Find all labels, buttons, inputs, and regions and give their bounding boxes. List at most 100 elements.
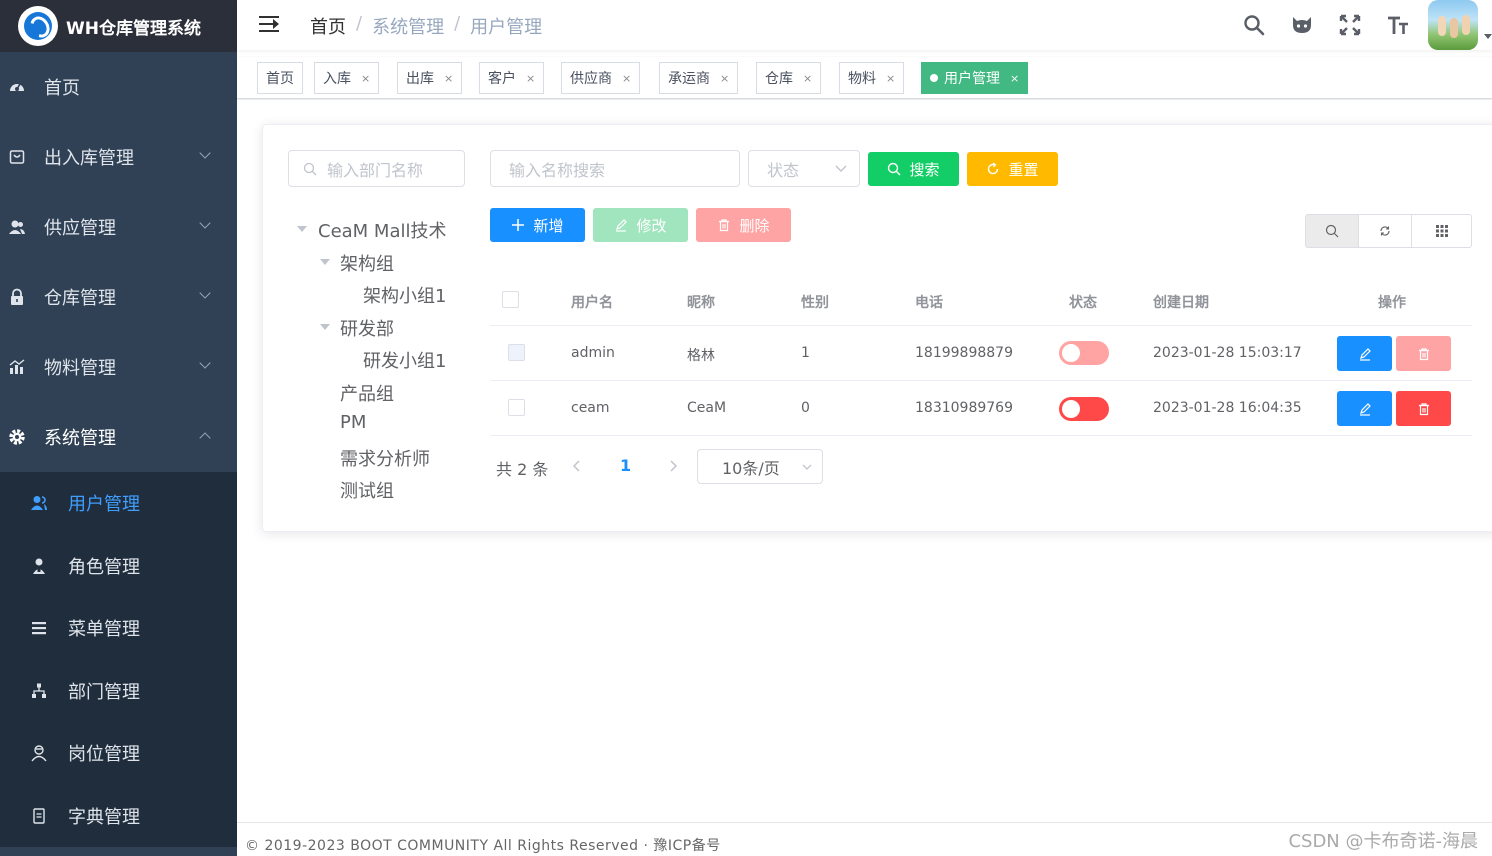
tag-inbound[interactable]: 入库 × xyxy=(314,62,380,94)
tag-carrier[interactable]: 承运商 × xyxy=(659,62,739,94)
status-select[interactable]: 状态 xyxy=(748,150,860,187)
tag-warehouse[interactable]: 仓库 × xyxy=(756,62,822,94)
tag-user-management[interactable]: 用户管理 × xyxy=(921,62,1029,94)
add-button[interactable]: 新增 xyxy=(490,208,585,242)
search-icon[interactable] xyxy=(1230,0,1278,50)
close-icon[interactable]: × xyxy=(886,72,895,85)
sidebar-item-inout[interactable]: 出入库管理 xyxy=(0,122,237,192)
app-title: WH仓库管理系统 xyxy=(66,18,201,39)
tag-outbound[interactable]: 出库 × xyxy=(397,62,463,94)
sidebar-item-menu[interactable]: 菜单管理 xyxy=(0,597,237,660)
peoples-icon xyxy=(30,557,48,575)
cell-gender: 1 xyxy=(801,345,810,361)
edit-button[interactable]: 修改 xyxy=(593,208,688,242)
close-icon[interactable]: × xyxy=(803,72,812,85)
edit-icon xyxy=(1359,402,1371,416)
tag-customer[interactable]: 客户 × xyxy=(479,62,545,94)
avatar[interactable] xyxy=(1428,0,1478,50)
tag-home[interactable]: 首页 xyxy=(257,62,303,94)
toggle-search-button[interactable] xyxy=(1305,214,1359,248)
sidebar-item-dept[interactable]: 部门管理 xyxy=(0,660,237,723)
logo[interactable]: WH仓库管理系统 xyxy=(0,0,237,52)
caret-down-icon[interactable] xyxy=(297,226,307,232)
reset-button[interactable]: 重置 xyxy=(967,152,1058,186)
tree-node[interactable]: 需求分析师 xyxy=(340,445,430,471)
sidebar-item-home[interactable]: 首页 xyxy=(0,52,237,122)
trash-icon xyxy=(719,219,730,232)
post-icon xyxy=(30,744,48,762)
name-search-input[interactable]: 输入名称搜索 xyxy=(490,150,740,187)
cell-nickname: CeaM xyxy=(687,400,727,416)
columns-button[interactable] xyxy=(1411,214,1472,248)
sidebar-item-label: 仓库管理 xyxy=(44,288,116,309)
cell-date: 2023-01-28 16:04:35 xyxy=(1153,400,1302,416)
grid-icon xyxy=(1435,225,1448,237)
select-all-checkbox[interactable] xyxy=(502,291,519,308)
github-icon[interactable] xyxy=(1278,0,1326,50)
page-size-value: 10条/页 xyxy=(722,458,780,478)
chevron-right-icon[interactable] xyxy=(668,460,678,472)
tag-label: 承运商 xyxy=(668,71,710,87)
row-checkbox[interactable] xyxy=(508,344,525,361)
tag-supplier[interactable]: 供应商 × xyxy=(561,62,641,94)
tree-node[interactable]: 架构组 xyxy=(340,250,394,276)
sidebar-item-post[interactable]: 岗位管理 xyxy=(0,722,237,785)
hamburger-icon[interactable] xyxy=(259,14,279,34)
dict-icon xyxy=(30,807,48,825)
sidebar-item-role[interactable]: 角色管理 xyxy=(0,535,237,598)
tag-label: 用户管理 xyxy=(944,71,1000,87)
chevron-left-icon[interactable] xyxy=(572,460,582,472)
column-header: 操作 xyxy=(1378,295,1406,311)
tree-node[interactable]: CeaM Mall技术 xyxy=(318,217,447,243)
breadcrumb-separator: / xyxy=(356,13,363,34)
sidebar-item-supply[interactable]: 供应管理 xyxy=(0,192,237,262)
row-edit-button[interactable] xyxy=(1337,391,1392,426)
tree-node[interactable]: 测试组 xyxy=(340,477,394,503)
row-edit-button[interactable] xyxy=(1337,336,1392,371)
status-switch[interactable] xyxy=(1059,397,1109,421)
tree-node[interactable]: PM xyxy=(340,412,366,433)
trash-icon xyxy=(1418,402,1429,415)
close-icon[interactable]: × xyxy=(526,72,535,85)
status-switch[interactable] xyxy=(1059,341,1109,365)
close-icon[interactable]: × xyxy=(1010,72,1019,85)
sidebar-item-warehouse[interactable]: 仓库管理 xyxy=(0,262,237,332)
dept-search-input[interactable]: 输入部门名称 xyxy=(288,150,465,187)
search-button[interactable]: 搜索 xyxy=(868,152,959,186)
sidebar-item-label: 岗位管理 xyxy=(68,744,140,766)
cell-username: ceam xyxy=(571,400,610,416)
caret-down-icon[interactable] xyxy=(320,259,330,265)
user-icon xyxy=(30,494,48,512)
tag-label: 仓库 xyxy=(765,71,793,87)
fullscreen-icon[interactable] xyxy=(1326,0,1374,50)
delete-button[interactable]: 删除 xyxy=(696,208,791,242)
table-row: ceam CeaM 0 18310989769 2023-01-28 16:04… xyxy=(490,381,1472,436)
row-checkbox[interactable] xyxy=(508,399,525,416)
refresh-button[interactable] xyxy=(1358,214,1412,248)
pagination-page[interactable]: 1 xyxy=(620,456,631,475)
tag-material[interactable]: 物料 × xyxy=(839,62,905,94)
add-button-label: 新增 xyxy=(533,216,564,235)
row-delete-button[interactable] xyxy=(1396,391,1451,426)
tree-node[interactable]: 研发小组1 xyxy=(363,347,446,373)
tree-node[interactable]: 研发部 xyxy=(340,315,394,341)
trash-icon xyxy=(1418,347,1429,360)
sidebar-item-user[interactable]: 用户管理 xyxy=(0,472,237,535)
page-size-select[interactable]: 10条/页 xyxy=(697,449,823,484)
breadcrumb-home[interactable]: 首页 xyxy=(310,13,346,39)
search-button-label: 搜索 xyxy=(909,160,940,179)
sidebar-item-material[interactable]: 物料管理 xyxy=(0,332,237,402)
caret-down-icon[interactable] xyxy=(1484,34,1492,39)
close-icon[interactable]: × xyxy=(361,72,370,85)
sidebar-item-dict[interactable]: 字典管理 xyxy=(0,785,237,848)
tree-node[interactable]: 产品组 xyxy=(340,380,394,406)
tree-node[interactable]: 架构小组1 xyxy=(363,282,446,308)
close-icon[interactable]: × xyxy=(622,72,631,85)
row-delete-button[interactable] xyxy=(1396,336,1451,371)
font-size-icon[interactable] xyxy=(1374,0,1422,50)
sidebar-item-system[interactable]: 系统管理 xyxy=(0,402,237,472)
close-icon[interactable]: × xyxy=(444,72,453,85)
caret-down-icon[interactable] xyxy=(320,324,330,330)
sidebar-item-label: 部门管理 xyxy=(68,681,140,703)
close-icon[interactable]: × xyxy=(720,72,729,85)
